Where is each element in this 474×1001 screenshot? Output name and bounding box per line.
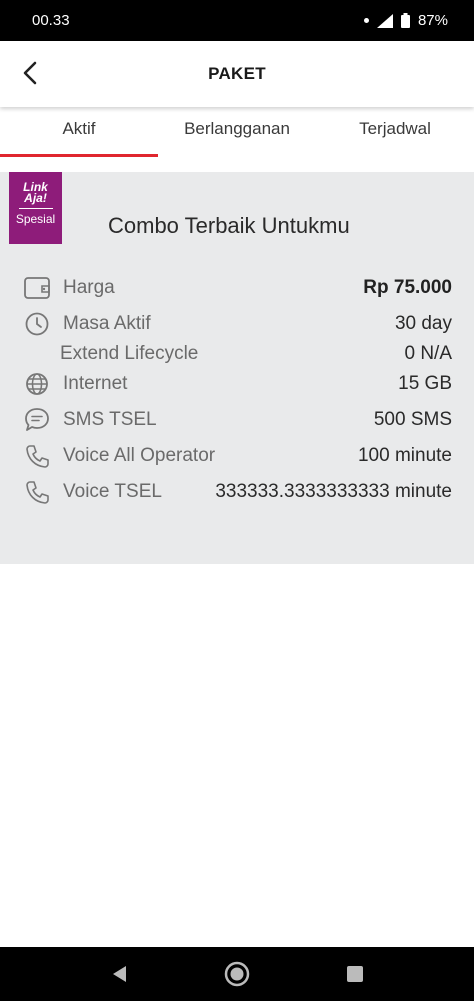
row-value: 30 day: [394, 313, 452, 334]
linkaja-spesial-badge: Link Aja! Spesial: [9, 172, 62, 244]
row-label: Voice TSEL: [63, 481, 162, 502]
back-arrow-icon: [23, 61, 37, 85]
row-label: Internet: [63, 373, 128, 394]
wallet-icon: [22, 273, 52, 303]
row-voice-tsel: Voice TSEL 333333.3333333333 minute: [0, 475, 474, 509]
notification-dot-icon: [363, 18, 369, 23]
row-sms-tsel: SMS TSEL 500 SMS: [0, 403, 474, 437]
nav-back-triangle-icon: [113, 966, 126, 982]
row-label: Masa Aktif: [63, 313, 151, 334]
phone-icon: [22, 441, 52, 471]
row-value: 100 minute: [357, 445, 452, 466]
tab-bar: Aktif Berlangganan Terjadwal: [0, 107, 474, 157]
row-voice-all-operator: Voice All Operator 100 minute: [0, 439, 474, 473]
page-title: PAKET: [208, 64, 266, 83]
row-label: Harga: [63, 277, 115, 298]
row-masa-aktif: Masa Aktif 30 day: [0, 307, 474, 341]
globe-icon: [22, 369, 52, 399]
battery-icon: [400, 13, 410, 28]
battery-percent: 87%: [417, 12, 448, 29]
clock-icon: [22, 309, 52, 339]
status-icons: 87%: [363, 12, 448, 29]
status-bar: 00.33 87%: [0, 0, 474, 41]
nav-home-button[interactable]: [217, 954, 257, 994]
chat-bubble-icon: [22, 405, 52, 435]
row-value: 333333.3333333333 minute: [215, 481, 452, 502]
row-harga: Harga Rp 75.000: [0, 271, 474, 305]
tab-aktif[interactable]: Aktif: [0, 107, 158, 157]
row-label: SMS TSEL: [63, 409, 157, 430]
row-extend-lifecycle: Extend Lifecycle 0 N/A: [0, 337, 474, 371]
row-label: Voice All Operator: [63, 445, 216, 466]
phone-icon: [22, 477, 52, 507]
row-value: 500 SMS: [373, 409, 452, 430]
signal-icon: [376, 13, 393, 28]
system-nav-bar: [0, 947, 474, 1001]
back-button[interactable]: [12, 55, 48, 91]
nav-home-circle-icon: [224, 961, 250, 987]
linkaja-logo: Link Aja!: [23, 180, 48, 205]
nav-back-button[interactable]: [99, 954, 139, 994]
nav-recents-button[interactable]: [335, 954, 375, 994]
badge-label: Spesial: [15, 212, 56, 226]
tab-terjadwal[interactable]: Terjadwal: [316, 107, 474, 157]
package-name: Combo Terbaik Untukmu: [108, 213, 350, 238]
row-internet: Internet 15 GB: [0, 367, 474, 401]
row-value: 15 GB: [398, 373, 452, 394]
tab-berlangganan[interactable]: Berlangganan: [158, 107, 316, 157]
row-label: Extend Lifecycle: [60, 343, 199, 364]
badge-divider: [18, 208, 53, 209]
app-header: PAKET: [0, 41, 474, 107]
row-value: Rp 75.000: [363, 277, 452, 298]
status-time: 00.33: [32, 12, 70, 29]
row-value: 0 N/A: [404, 343, 452, 364]
nav-recents-square-icon: [347, 966, 363, 982]
